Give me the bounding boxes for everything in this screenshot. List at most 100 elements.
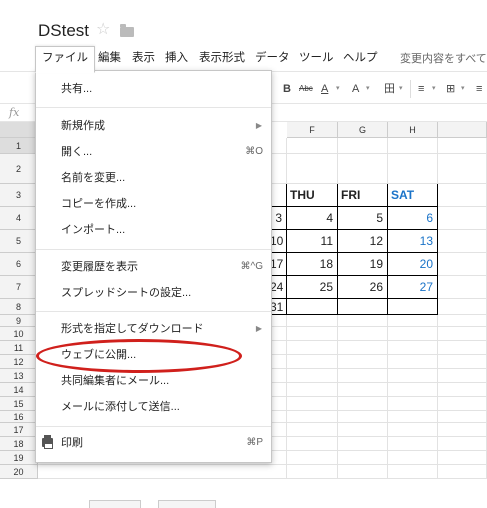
grid-cell[interactable] xyxy=(438,299,487,315)
row-header[interactable]: 8 xyxy=(0,299,38,315)
grid-cell[interactable] xyxy=(338,154,388,184)
grid-cell[interactable] xyxy=(338,437,388,451)
folder-icon[interactable] xyxy=(120,24,134,37)
grid-cell[interactable] xyxy=(388,423,438,437)
grid-cell[interactable] xyxy=(338,138,388,154)
menu-data[interactable]: データ xyxy=(255,50,290,66)
date-cell[interactable]: 19 xyxy=(338,253,388,276)
row-header[interactable]: 3 xyxy=(0,184,38,207)
grid-cell[interactable] xyxy=(270,184,287,207)
date-cell[interactable]: 25 xyxy=(287,276,338,299)
grid-cell[interactable] xyxy=(287,138,338,154)
date-cell[interactable]: 27 xyxy=(388,276,438,299)
text-color-button[interactable]: A xyxy=(321,82,328,96)
weekday-header[interactable]: SAT xyxy=(388,184,438,207)
grid-cell[interactable] xyxy=(287,465,338,479)
menu-item-new[interactable]: 新規作成 ▶ xyxy=(36,113,271,139)
date-cell[interactable]: 18 xyxy=(287,253,338,276)
menu-format[interactable]: 表示形式 xyxy=(199,50,245,66)
date-cell[interactable]: 17 xyxy=(270,253,287,276)
sheet-tab[interactable] xyxy=(89,500,141,508)
row-header[interactable]: 14 xyxy=(0,383,38,397)
row-header[interactable]: 2 xyxy=(0,154,38,184)
grid-cell[interactable] xyxy=(438,451,487,465)
menu-item-publish-to-web[interactable]: ウェブに公開... xyxy=(36,342,271,368)
grid-cell[interactable] xyxy=(287,423,338,437)
menu-item-email-collaborators[interactable]: 共同編集者にメール... xyxy=(36,368,271,394)
row-header[interactable]: 12 xyxy=(0,355,38,369)
chevron-down-icon[interactable]: ▾ xyxy=(432,82,436,96)
grid-cell[interactable] xyxy=(438,327,487,341)
row-header[interactable]: 6 xyxy=(0,253,38,276)
column-header-h[interactable]: H xyxy=(388,122,438,138)
row-header[interactable]: 11 xyxy=(0,341,38,355)
chevron-down-icon[interactable]: ▾ xyxy=(336,82,340,96)
row-header[interactable]: 4 xyxy=(0,207,38,230)
grid-cell[interactable] xyxy=(388,411,438,423)
date-cell[interactable]: 26 xyxy=(338,276,388,299)
grid-cell[interactable] xyxy=(388,299,438,315)
grid-cell[interactable] xyxy=(287,451,338,465)
grid-cell[interactable] xyxy=(438,207,487,230)
grid-cell[interactable] xyxy=(438,184,487,207)
menu-help[interactable]: ヘルプ xyxy=(343,50,378,66)
grid-cell[interactable] xyxy=(438,276,487,299)
grid-cell[interactable] xyxy=(388,465,438,479)
grid-cell[interactable] xyxy=(338,355,388,369)
grid-cell[interactable] xyxy=(438,253,487,276)
column-header[interactable] xyxy=(438,122,487,138)
grid-cell[interactable] xyxy=(388,397,438,411)
grid-cell[interactable] xyxy=(287,355,338,369)
chevron-down-icon[interactable]: ▾ xyxy=(399,82,403,96)
grid-cell[interactable] xyxy=(438,341,487,355)
date-cell[interactable]: 4 xyxy=(287,207,338,230)
column-header-f[interactable]: F xyxy=(287,122,338,138)
grid-cell[interactable] xyxy=(338,411,388,423)
row-header[interactable]: 5 xyxy=(0,230,38,253)
grid-cell[interactable] xyxy=(388,369,438,383)
grid-cell[interactable] xyxy=(287,299,338,315)
grid-cell[interactable] xyxy=(438,230,487,253)
grid-cell[interactable] xyxy=(287,437,338,451)
menu-file[interactable]: ファイル xyxy=(35,46,95,73)
grid-cell[interactable] xyxy=(438,138,487,154)
wrap-button[interactable]: ≡ xyxy=(476,82,482,96)
grid-cell[interactable] xyxy=(388,327,438,341)
menu-item-make-copy[interactable]: コピーを作成... xyxy=(36,191,271,217)
merge-button[interactable]: ⊞ xyxy=(446,82,455,96)
date-cell[interactable]: 24 xyxy=(270,276,287,299)
menu-item-email-as-attachment[interactable]: メールに添付して送信... xyxy=(36,394,271,420)
row-header[interactable]: 13 xyxy=(0,369,38,383)
grid-corner[interactable] xyxy=(0,122,38,138)
date-cell[interactable]: 11 xyxy=(287,230,338,253)
grid-cell[interactable] xyxy=(287,327,338,341)
menu-item-share[interactable]: 共有... xyxy=(36,76,271,102)
grid-cell[interactable] xyxy=(338,465,388,479)
grid-cell[interactable] xyxy=(338,369,388,383)
bold-button[interactable]: B xyxy=(283,82,291,96)
grid-cell[interactable] xyxy=(388,437,438,451)
menu-item-print[interactable]: 印刷 ⌘P xyxy=(36,430,271,456)
grid-cell[interactable] xyxy=(438,465,487,479)
row-header[interactable]: 1 xyxy=(0,138,38,154)
row-header[interactable]: 17 xyxy=(0,423,38,437)
row-header[interactable]: 9 xyxy=(0,315,38,327)
grid-cell[interactable] xyxy=(388,383,438,397)
grid-cell[interactable] xyxy=(388,355,438,369)
grid-cell[interactable] xyxy=(438,411,487,423)
menu-insert[interactable]: 挿入 xyxy=(165,50,188,66)
menu-item-open[interactable]: 開く... ⌘O xyxy=(36,139,271,165)
document-title[interactable]: DStest xyxy=(38,21,89,41)
date-cell[interactable]: 31 xyxy=(270,299,287,315)
grid-cell[interactable] xyxy=(438,437,487,451)
grid-cell[interactable] xyxy=(388,451,438,465)
grid-cell[interactable] xyxy=(287,411,338,423)
grid-cell[interactable] xyxy=(438,369,487,383)
grid-cell[interactable] xyxy=(438,355,487,369)
column-header-g[interactable]: G xyxy=(338,122,388,138)
grid-cell[interactable] xyxy=(338,423,388,437)
grid-cell[interactable] xyxy=(438,423,487,437)
row-header[interactable]: 19 xyxy=(0,451,38,465)
strikethrough-button[interactable]: Abc xyxy=(299,82,313,96)
date-cell[interactable]: 12 xyxy=(338,230,388,253)
